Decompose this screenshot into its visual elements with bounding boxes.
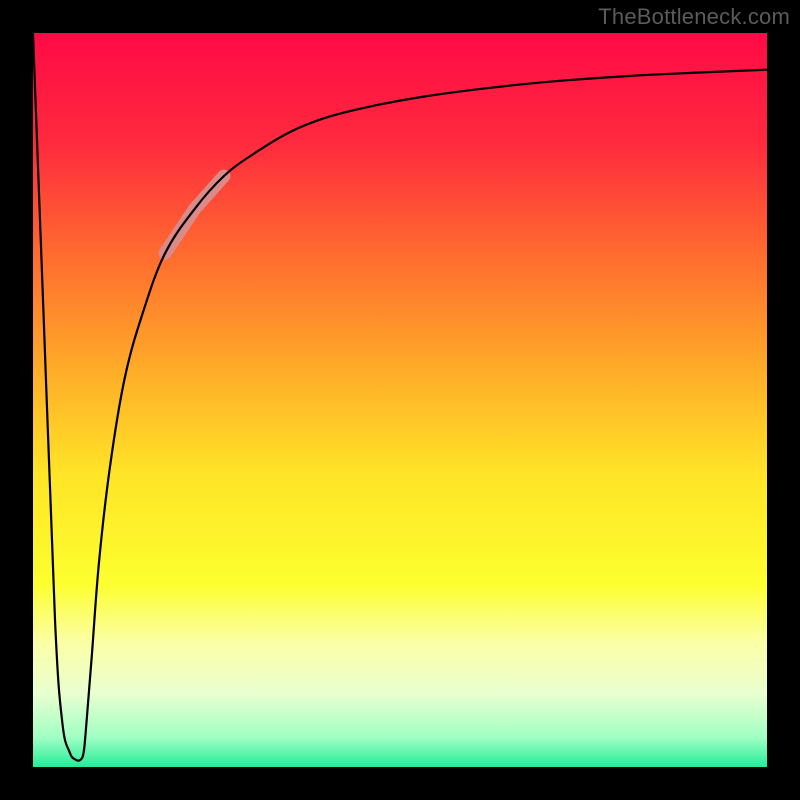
watermark-text: TheBottleneck.com: [598, 4, 790, 30]
chart-stage: TheBottleneck.com: [0, 0, 800, 800]
bottleneck-chart: [0, 0, 800, 800]
chart-gradient-bg: [33, 33, 767, 767]
